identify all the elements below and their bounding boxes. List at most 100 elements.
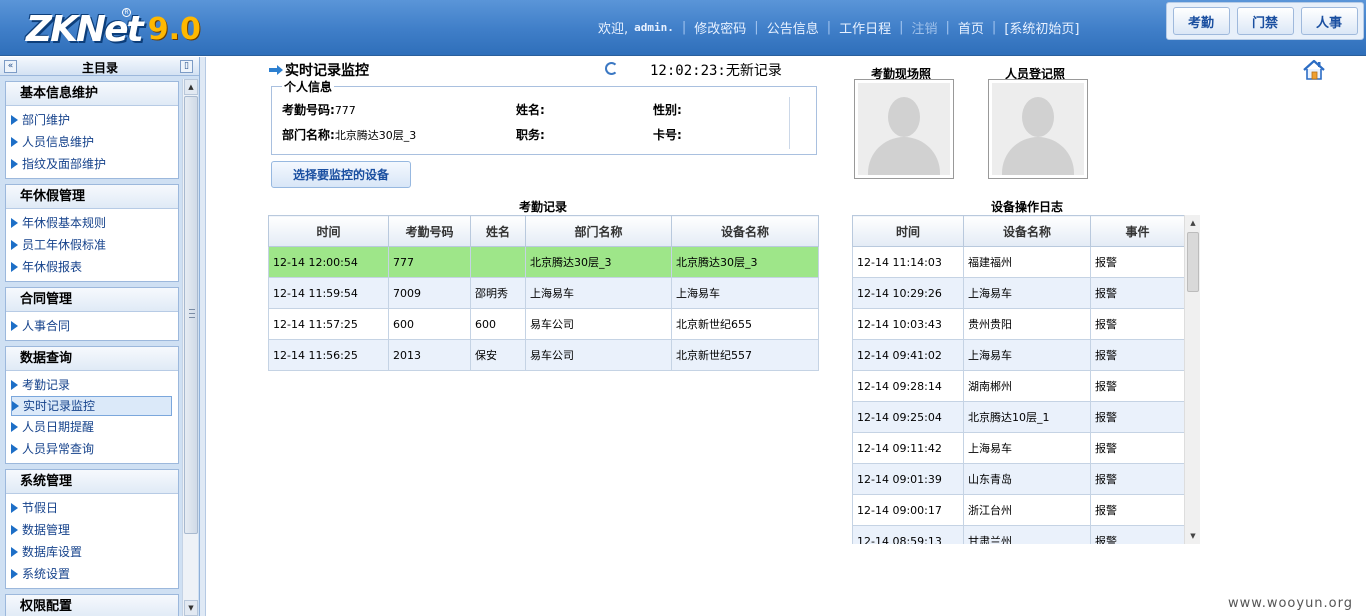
menu-item-holidays[interactable]: 节假日 <box>11 497 178 519</box>
triangle-right-icon <box>11 218 18 228</box>
scrollbar-thumb[interactable] <box>1187 232 1199 292</box>
scroll-up-icon[interactable]: ▲ <box>1185 215 1201 231</box>
menu-group-title[interactable]: 合同管理 <box>6 288 178 312</box>
column-header-department[interactable]: 部门名称 <box>525 215 672 247</box>
menu-item-leave-standard[interactable]: 员工年休假标准 <box>11 234 178 256</box>
sidebar-title: 主目录 <box>81 61 118 75</box>
menu-item-exception-query[interactable]: 人员异常查询 <box>11 438 178 460</box>
table-row[interactable]: 12-14 11:56:25 2013 保安 易车公司 北京新世纪557 <box>268 339 819 371</box>
device-log-scrollbar[interactable]: ▲ ▼ <box>1184 215 1200 544</box>
logo-version: 9.0 <box>147 12 201 47</box>
attendance-table: 时间 考勤号码 姓名 部门名称 设备名称 12-14 12:00:54 777 … <box>268 215 819 371</box>
column-header-time[interactable]: 时间 <box>852 215 964 247</box>
table-row[interactable]: 12-14 09:01:39 山东青岛 报警 <box>852 463 1185 495</box>
table-row[interactable]: 12-14 09:00:17 浙江台州 报警 <box>852 494 1185 526</box>
triangle-right-icon <box>11 547 18 557</box>
table-row[interactable]: 12-14 09:11:42 上海易车 报警 <box>852 432 1185 464</box>
logout-link[interactable]: 注销 <box>912 18 938 37</box>
position-field: 职务: <box>516 126 545 143</box>
table-row[interactable]: 12-14 09:28:14 湖南郴州 报警 <box>852 370 1185 402</box>
table-row[interactable]: 12-14 10:29:26 上海易车 报警 <box>852 277 1185 309</box>
cell-att-no: 777 <box>388 246 471 278</box>
module-tabs: 考勤 门禁 人事 <box>1166 2 1364 40</box>
scroll-up-icon[interactable]: ▲ <box>184 79 198 95</box>
table-row[interactable]: 12-14 11:59:54 7009 邵明秀 上海易车 上海易车 <box>268 277 819 309</box>
watermark: www.wooyun.org <box>1228 596 1354 611</box>
column-header-device[interactable]: 设备名称 <box>963 215 1091 247</box>
table-row[interactable]: 12-14 08:59:13 甘肃兰州 报警 <box>852 525 1185 544</box>
cell-time: 12-14 09:25:04 <box>852 401 964 433</box>
menu-item-label: 年休假基本规则 <box>22 216 107 230</box>
home-icon[interactable] <box>1302 59 1326 81</box>
column-header-att-no[interactable]: 考勤号码 <box>388 215 471 247</box>
menu-group-title[interactable]: 数据查询 <box>6 347 178 371</box>
menu-group-title[interactable]: 系统管理 <box>6 470 178 494</box>
cell-event: 报警 <box>1090 401 1185 433</box>
column-header-event[interactable]: 事件 <box>1090 215 1185 247</box>
cell-time: 12-14 09:28:14 <box>852 370 964 402</box>
menu-item-leave-report[interactable]: 年休假报表 <box>11 256 178 278</box>
scroll-down-icon[interactable]: ▼ <box>184 600 198 616</box>
menu-item-realtime-monitor[interactable]: 实时记录监控 <box>11 396 172 416</box>
change-password-link[interactable]: 修改密码 <box>694 18 746 37</box>
column-header-name[interactable]: 姓名 <box>470 215 526 247</box>
cell-device: 北京新世纪655 <box>671 308 819 340</box>
cell-time: 12-14 11:57:25 <box>268 308 389 340</box>
table-row[interactable]: 12-14 10:03:43 贵州贵阳 报警 <box>852 308 1185 340</box>
triangle-right-icon <box>11 569 18 579</box>
department-field: 部门名称:北京腾达30层_3 <box>282 126 416 143</box>
column-header-time[interactable]: 时间 <box>268 215 389 247</box>
tab-access-control[interactable]: 门禁 <box>1236 7 1294 35</box>
table-row[interactable]: 12-14 11:14:03 福建福州 报警 <box>852 246 1185 278</box>
table-row[interactable]: 12-14 11:57:25 600 600 易车公司 北京新世纪655 <box>268 308 819 340</box>
triangle-right-icon <box>11 422 18 432</box>
cell-device: 上海易车 <box>671 277 819 309</box>
home-link[interactable]: 首页 <box>958 18 984 37</box>
table-row[interactable]: 12-14 12:00:54 777 北京腾达30层_3 北京腾达30层_3 <box>268 246 819 278</box>
panel-splitter[interactable] <box>200 57 206 616</box>
cell-device: 湖南郴州 <box>963 370 1091 402</box>
scroll-down-icon[interactable]: ▼ <box>1185 528 1201 544</box>
pin-icon[interactable]: ▯ <box>180 60 193 73</box>
cell-department: 上海易车 <box>525 277 672 309</box>
work-schedule-link[interactable]: 工作日程 <box>839 18 891 37</box>
menu-item-data-management[interactable]: 数据管理 <box>11 519 178 541</box>
att-no-label: 考勤号码: <box>282 103 335 117</box>
scrollbar-thumb[interactable] <box>184 96 198 534</box>
name-label: 姓名: <box>516 103 545 117</box>
menu-item-leave-rules[interactable]: 年休假基本规则 <box>11 212 178 234</box>
menu-group-annual-leave: 年休假管理 年休假基本规则 员工年休假标准 年休假报表 <box>5 184 179 282</box>
menu-item-system-settings[interactable]: 系统设置 <box>11 563 178 585</box>
cell-event: 报警 <box>1090 463 1185 495</box>
triangle-right-icon <box>11 444 18 454</box>
menu-item-label: 员工年休假标准 <box>22 238 107 252</box>
menu-item-date-reminder[interactable]: 人员日期提醒 <box>11 416 178 438</box>
cell-department: 北京腾达30层_3 <box>525 246 672 278</box>
menu-group-title[interactable]: 权限配置 <box>6 595 178 616</box>
registered-photo <box>988 79 1088 179</box>
attendance-table-title: 考勤记录 <box>518 200 567 214</box>
menu-group-title[interactable]: 基本信息维护 <box>6 82 178 106</box>
menu-group-title[interactable]: 年休假管理 <box>6 185 178 209</box>
menu-item-personnel-info[interactable]: 人员信息维护 <box>11 131 178 153</box>
menu-item-database-settings[interactable]: 数据库设置 <box>11 541 178 563</box>
cell-device: 北京新世纪557 <box>671 339 819 371</box>
cell-event: 报警 <box>1090 432 1185 464</box>
system-init-link[interactable]: [系统初始页] <box>1004 18 1079 37</box>
menu-item-fingerprint-face[interactable]: 指纹及面部维护 <box>11 153 178 175</box>
menu-item-label: 系统设置 <box>22 567 71 581</box>
menu-item-hr-contract[interactable]: 人事合同 <box>11 315 178 337</box>
nav-divider: | <box>991 20 997 35</box>
cell-device: 浙江台州 <box>963 494 1091 526</box>
page-title: 实时记录监控 <box>269 60 369 80</box>
tab-personnel[interactable]: 人事 <box>1300 7 1358 35</box>
column-header-device[interactable]: 设备名称 <box>671 215 819 247</box>
table-row[interactable]: 12-14 09:41:02 上海易车 报警 <box>852 339 1185 371</box>
menu-item-attendance-records[interactable]: 考勤记录 <box>11 374 178 396</box>
tab-attendance[interactable]: 考勤 <box>1172 7 1230 35</box>
sidebar-scrollbar[interactable]: ▲ ▼ <box>182 79 198 616</box>
select-device-button[interactable]: 选择要监控的设备 <box>271 161 411 188</box>
menu-item-department[interactable]: 部门维护 <box>11 109 178 131</box>
announcements-link[interactable]: 公告信息 <box>767 18 819 37</box>
table-row[interactable]: 12-14 09:25:04 北京腾达10层_1 报警 <box>852 401 1185 433</box>
